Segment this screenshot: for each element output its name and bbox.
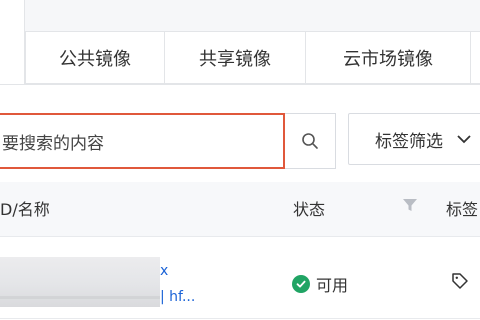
tag-filter-button[interactable]: 标签筛选 — [348, 113, 480, 165]
status-text: 可用 — [316, 276, 349, 295]
search-input[interactable]: 要搜索的内容 — [0, 113, 285, 169]
search-icon — [302, 133, 318, 149]
tab-label: 共享镜像 — [199, 48, 271, 70]
search-placeholder: 要搜索的内容 — [2, 133, 104, 154]
chevron-down-icon — [457, 135, 471, 144]
redacted-image-id — [0, 257, 160, 307]
tab-active-partial[interactable] — [0, 0, 25, 84]
column-header-id-name: D/名称 — [0, 200, 50, 219]
tag-filter-label: 标签筛选 — [375, 131, 443, 152]
status-cell: 可用 — [292, 272, 348, 296]
tab-shared-images[interactable]: 共享镜像 — [164, 31, 306, 84]
column-header-status: 状态 — [293, 200, 326, 219]
tab-marketplace-images[interactable]: 云市场镜像 — [305, 31, 471, 84]
tab-partial-right[interactable] — [470, 31, 480, 84]
check-circle-icon — [292, 275, 310, 293]
image-name-link[interactable]: | hf... — [160, 289, 195, 305]
tab-label: 云市场镜像 — [343, 48, 433, 70]
tab-label: 公共镜像 — [59, 48, 131, 70]
row-divider — [0, 318, 480, 319]
tab-public-images[interactable]: 公共镜像 — [25, 31, 165, 84]
search-button[interactable] — [285, 113, 336, 169]
column-header-tags: 标签 — [446, 200, 479, 219]
tag-icon[interactable] — [451, 272, 469, 290]
redacted-line — [0, 296, 160, 299]
image-id-link[interactable]: x — [160, 263, 168, 279]
filter-icon[interactable] — [402, 197, 418, 213]
